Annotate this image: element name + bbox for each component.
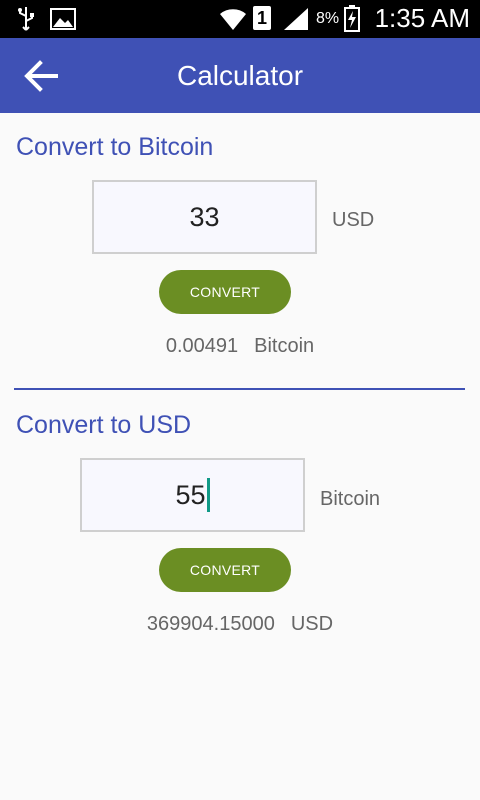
bitcoin-result: 0.00491 Bitcoin — [0, 335, 480, 358]
bitcoin-result-unit: Bitcoin — [254, 335, 315, 357]
usd-result: 369904.15000 USD — [0, 613, 480, 636]
text-cursor — [206, 478, 210, 512]
battery-charging-icon — [344, 5, 360, 32]
signal-icon — [284, 8, 308, 30]
bitcoin-amount-input[interactable]: 55 — [80, 458, 305, 532]
section-divider — [14, 388, 465, 390]
image-notification-icon — [50, 8, 76, 30]
convert-to-usd-button[interactable]: CONVERT — [159, 548, 291, 592]
app-bar: Calculator — [0, 38, 480, 113]
status-time: 1:35 AM — [374, 3, 470, 33]
sim-icon: 1 — [253, 6, 271, 30]
convert-to-usd-title: Convert to USD — [16, 411, 192, 439]
usd-amount-value: 33 — [189, 201, 220, 232]
status-bar: 1 8% 1:35 AM — [0, 0, 480, 38]
convert-to-bitcoin-button[interactable]: CONVERT — [159, 270, 291, 314]
wifi-icon — [220, 9, 246, 31]
usb-icon — [18, 7, 34, 31]
bitcoin-result-value: 0.00491 — [165, 335, 239, 357]
bitcoin-amount-value: 55 — [175, 479, 206, 510]
bitcoin-input-unit: Bitcoin — [320, 488, 381, 510]
usd-amount-input[interactable]: 33 — [92, 180, 317, 254]
convert-to-bitcoin-title: Convert to Bitcoin — [16, 133, 214, 161]
usd-input-unit: USD — [332, 209, 375, 231]
battery-percent: 8% — [316, 10, 340, 27]
usd-result-unit: USD — [290, 613, 334, 635]
page-title: Calculator — [176, 60, 304, 91]
usd-result-value: 369904.15000 — [146, 613, 275, 635]
